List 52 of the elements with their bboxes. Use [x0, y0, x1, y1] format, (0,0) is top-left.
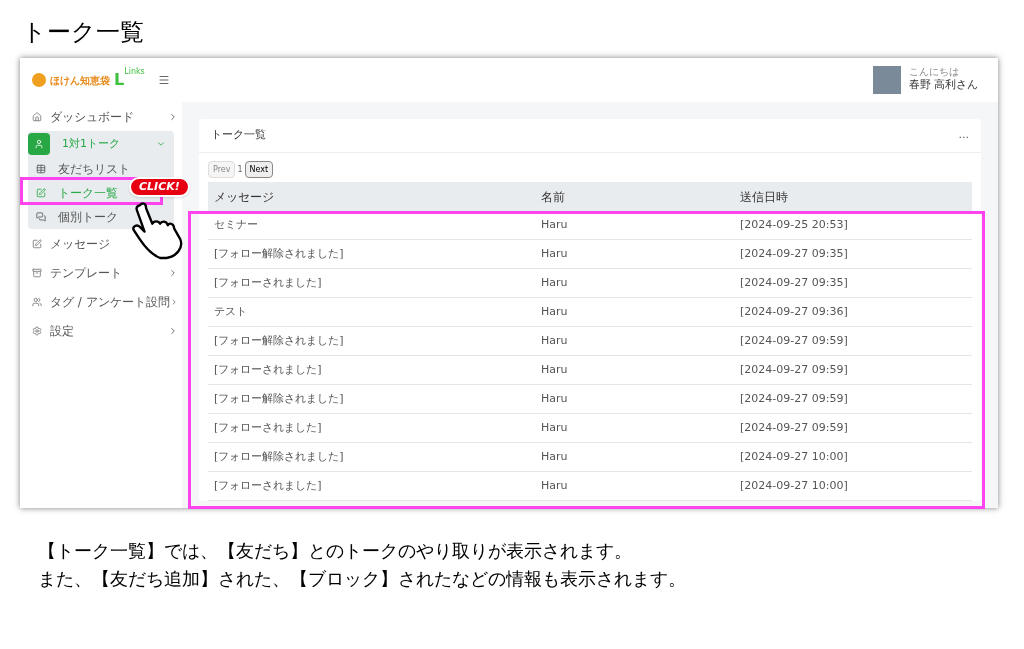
table-cell: Haru: [535, 414, 734, 443]
table-cell: [2024-09-27 09:59]: [734, 356, 972, 385]
logo-text: ほけん知恵袋: [50, 73, 110, 88]
table-cell: [2024-09-27 09:35]: [734, 240, 972, 269]
table-cell: Haru: [535, 472, 734, 501]
table-cell: [フォローされました]: [208, 472, 535, 501]
table-cell: Haru: [535, 327, 734, 356]
column-header: メッセージ: [208, 182, 535, 211]
submenu-item[interactable]: 個別トーク: [28, 205, 126, 229]
logo-subtext: Links: [124, 66, 145, 78]
table-cell: [2024-09-27 09:59]: [734, 327, 972, 356]
table-cell: Haru: [535, 211, 734, 240]
table-cell: Haru: [535, 385, 734, 414]
card-title: トーク一覧: [211, 127, 266, 144]
sidebar-item[interactable]: メッセージ: [20, 229, 114, 258]
table-cell: Haru: [535, 443, 734, 472]
table-cell: [フォローされました]: [208, 414, 535, 443]
page-number: 1: [237, 163, 243, 176]
table-cell: [フォロー解除されました]: [208, 385, 535, 414]
table-cell: [2024-09-27 09:59]: [734, 385, 972, 414]
table-cell: [2024-09-27 09:36]: [734, 298, 972, 327]
sidebar-item[interactable]: テンプレート: [20, 258, 182, 287]
table-cell: [フォロー解除されました]: [208, 240, 535, 269]
table-cell: Haru: [535, 269, 734, 298]
table-cell: Haru: [535, 298, 734, 327]
table-cell: テスト: [208, 298, 535, 327]
table-cell: Haru: [535, 240, 734, 269]
table-cell: セミナー: [208, 211, 535, 240]
table-cell: [フォローされました]: [208, 356, 535, 385]
column-header: 名前: [535, 182, 734, 211]
more-button[interactable]: ...: [958, 127, 969, 144]
table-cell: [フォロー解除されました]: [208, 327, 535, 356]
sidebar-item[interactable]: タグ / アンケート設問: [20, 287, 182, 316]
next-button[interactable]: Next: [244, 161, 274, 178]
sidebar-item[interactable]: 設定: [20, 316, 182, 345]
page-title: トーク一覧: [22, 17, 144, 48]
table-cell: [2024-09-27 10:00]: [734, 443, 972, 472]
table-cell: [2024-09-25 20:53]: [734, 211, 972, 240]
sidebar-item[interactable]: ダッシュボード: [20, 102, 182, 131]
table-cell: [フォロー解除されました]: [208, 443, 535, 472]
table-cell: [フォローされました]: [208, 269, 535, 298]
table-cell: [2024-09-27 10:00]: [734, 472, 972, 501]
click-badge: CLICK!: [129, 177, 190, 197]
user-name: 春野 高利さん: [908, 77, 978, 93]
table-cell: [2024-09-27 09:35]: [734, 269, 972, 298]
caption-line: 【トーク一覧】では、【友だち】とのトークのやり取りが表示されます。: [38, 540, 633, 562]
table-cell: [2024-09-27 09:59]: [734, 414, 972, 443]
table-cell: Haru: [535, 356, 734, 385]
logo-mark: L: [114, 72, 125, 88]
greeting: こんにちは: [908, 66, 960, 77]
caption-line: また、【友だち追加】された、【ブロック】されたなどの情報も表示されます。: [38, 568, 686, 590]
column-header: 送信日時: [734, 182, 972, 211]
